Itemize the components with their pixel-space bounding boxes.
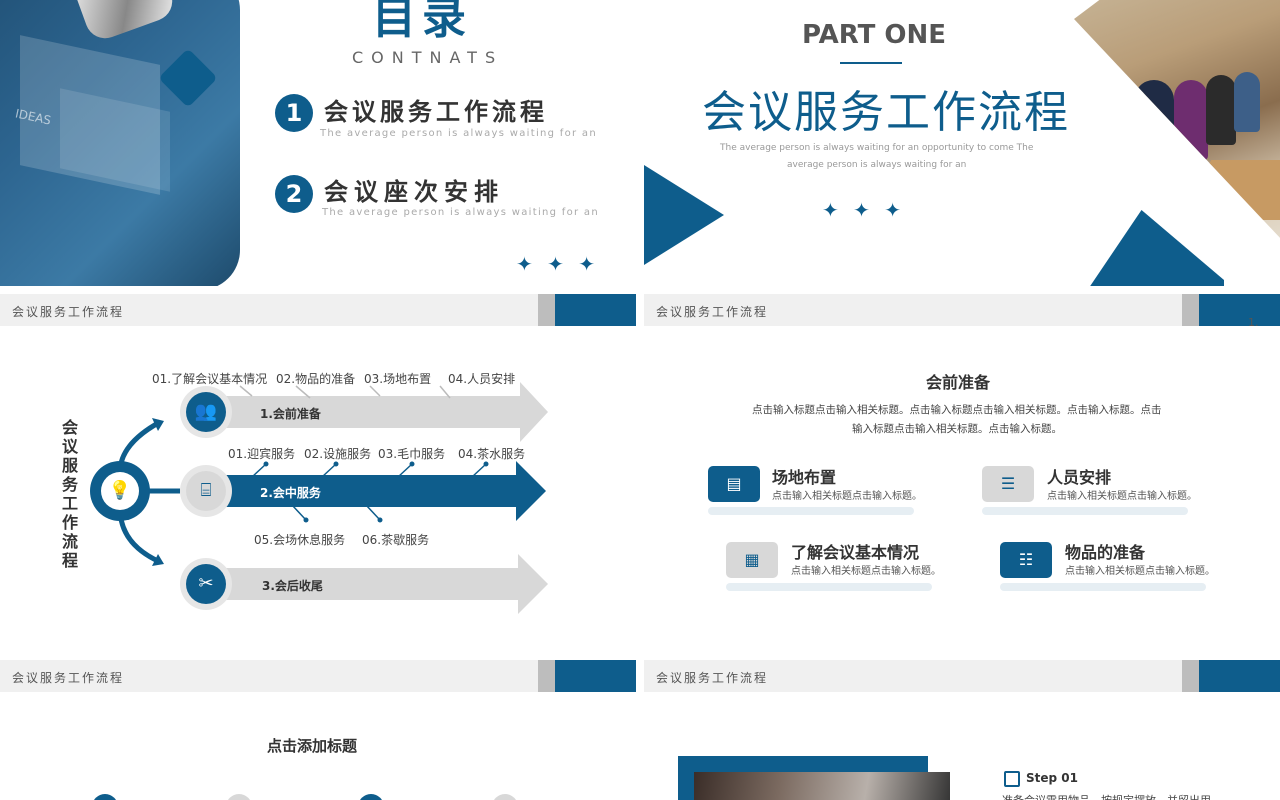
office-photo: IDEAS bbox=[0, 0, 240, 286]
decorative-triangle-left bbox=[644, 140, 724, 286]
meeting-photo bbox=[1074, 0, 1280, 240]
topic-item: 03.场地布置 bbox=[364, 372, 432, 386]
header-title: 会议服务工作流程 bbox=[656, 671, 769, 685]
section-desc-line2: 输入标题点击输入相关标题。点击输入标题。 bbox=[852, 423, 1062, 435]
meeting-photo bbox=[694, 772, 950, 800]
item-2-title[interactable]: 会议座次安排 bbox=[324, 172, 504, 207]
slide-thumbnail-flow[interactable]: 会议服务工作流程 会议服务工作流程 💡 👥 ⌸ ✂ 1.会前准备 2.会中服务 … bbox=[0, 294, 636, 652]
title-divider bbox=[840, 62, 902, 64]
card-subtitle: 点击输入相关标题点击输入标题。 bbox=[1047, 491, 1197, 502]
dot-1 bbox=[92, 794, 118, 800]
stars-decoration: ✦ ✦ ✦ bbox=[822, 198, 905, 222]
topic-item: 02.设施服务 bbox=[304, 447, 372, 461]
slide-thumbnail-preparation[interactable]: 会议服务工作流程 1. 会前准备 点击输入标题点击输入相关标题。点击输入标题点击… bbox=[644, 294, 1280, 652]
step-text: 准备会议需用物品，按规定摆放，并留出用 bbox=[1002, 792, 1211, 800]
item-1-number: 1 bbox=[275, 94, 313, 132]
bottles-icon: ⌸ bbox=[186, 471, 226, 511]
row1-label[interactable]: 1.会前准备 bbox=[260, 405, 321, 422]
header-title: 会议服务工作流程 bbox=[656, 305, 769, 319]
slide-thumbnail-contents[interactable]: IDEAS 目录 CONTNATS 1 会议服务工作流程 The average… bbox=[0, 0, 636, 286]
dot-4 bbox=[492, 794, 518, 800]
topic-item: 06.茶歇服务 bbox=[362, 533, 430, 547]
folder-icon: ▦ bbox=[726, 542, 778, 578]
card-title[interactable]: 人员安排 bbox=[1047, 464, 1111, 488]
card-subtitle: 点击输入相关标题点击输入标题。 bbox=[791, 566, 941, 577]
item-1-title[interactable]: 会议服务工作流程 bbox=[324, 92, 548, 127]
slide-header-bar: 会议服务工作流程 bbox=[644, 294, 1280, 326]
topic-item: 05.会场休息服务 bbox=[254, 533, 346, 547]
section-title: 会前准备 bbox=[926, 373, 991, 392]
topic-item: 04.茶水服务 bbox=[458, 447, 526, 461]
topic-item: 04.人员安排 bbox=[448, 372, 516, 386]
topic-item: 03.毛巾服务 bbox=[378, 447, 446, 461]
card-subtitle: 点击输入相关标题点击输入标题。 bbox=[772, 491, 922, 502]
slide-header-bar: 会议服务工作流程 bbox=[0, 660, 636, 692]
slide-thumbnail-part-one[interactable]: PART ONE 会议服务工作流程 The average person is … bbox=[644, 0, 1280, 286]
list-icon: ☷ bbox=[1000, 542, 1052, 578]
stars-decoration: ✦ ✦ ✦ bbox=[516, 252, 599, 276]
flow-diagram bbox=[90, 382, 548, 614]
card-underline bbox=[982, 507, 1188, 515]
slide-title: 点击添加标题 bbox=[267, 737, 358, 755]
document-icon: ▤ bbox=[708, 466, 760, 502]
topic-item: 02.物品的准备 bbox=[276, 372, 356, 386]
card-underline bbox=[1000, 583, 1206, 591]
part-label: PART ONE bbox=[802, 20, 947, 50]
dot-3 bbox=[358, 794, 384, 800]
card-underline bbox=[726, 583, 932, 591]
contents-subtitle: CONTNATS bbox=[352, 48, 504, 67]
item-1-subtitle: The average person is always waiting for… bbox=[320, 128, 597, 139]
card-title[interactable]: 了解会议基本情况 bbox=[791, 539, 919, 563]
part-desc-line1: The average person is always waiting for… bbox=[720, 143, 1034, 153]
users-icon: 👥 bbox=[186, 392, 226, 432]
topic-item: 01.了解会议基本情况 bbox=[152, 372, 268, 386]
item-2-subtitle: The average person is always waiting for… bbox=[322, 207, 599, 218]
slide-header-bar: 会议服务工作流程 bbox=[644, 660, 1280, 692]
part-title[interactable]: 会议服务工作流程 bbox=[702, 76, 1070, 140]
card-underline bbox=[708, 507, 914, 515]
card-title[interactable]: 物品的准备 bbox=[1065, 539, 1145, 563]
card-subtitle: 点击输入相关标题点击输入标题。 bbox=[1065, 566, 1215, 577]
header-title: 会议服务工作流程 bbox=[12, 671, 125, 685]
card-title[interactable]: 场地布置 bbox=[772, 464, 836, 488]
list-icon: ☰ bbox=[982, 466, 1034, 502]
dot-2 bbox=[226, 794, 252, 800]
section-desc-line1: 点击输入标题点击输入相关标题。点击输入标题点击输入相关标题。点击输入标题。点击 bbox=[752, 404, 1162, 416]
corner-mark: 1. bbox=[1248, 316, 1259, 329]
item-2-number: 2 bbox=[275, 175, 313, 213]
lightbulb-icon: 💡 bbox=[108, 480, 132, 501]
topic-item: 01.迎宾服务 bbox=[228, 447, 296, 461]
step-icon bbox=[1004, 771, 1020, 787]
row2-label[interactable]: 2.会中服务 bbox=[260, 484, 321, 501]
part-desc-line2: average person is always waiting for an bbox=[787, 160, 967, 170]
step-label: Step 01 bbox=[1026, 771, 1078, 785]
row3-label[interactable]: 3.会后收尾 bbox=[262, 577, 323, 594]
slide-thumbnail-5[interactable]: 会议服务工作流程 点击添加标题 bbox=[0, 660, 636, 800]
decorative-triangle-right bbox=[1074, 210, 1224, 286]
contents-title: 目录 bbox=[372, 0, 472, 44]
slide-thumbnail-6[interactable]: 会议服务工作流程 Step 01 准备会议需用物品，按规定摆放，并留出用 bbox=[644, 660, 1280, 800]
tools-icon: ✂ bbox=[186, 564, 226, 604]
